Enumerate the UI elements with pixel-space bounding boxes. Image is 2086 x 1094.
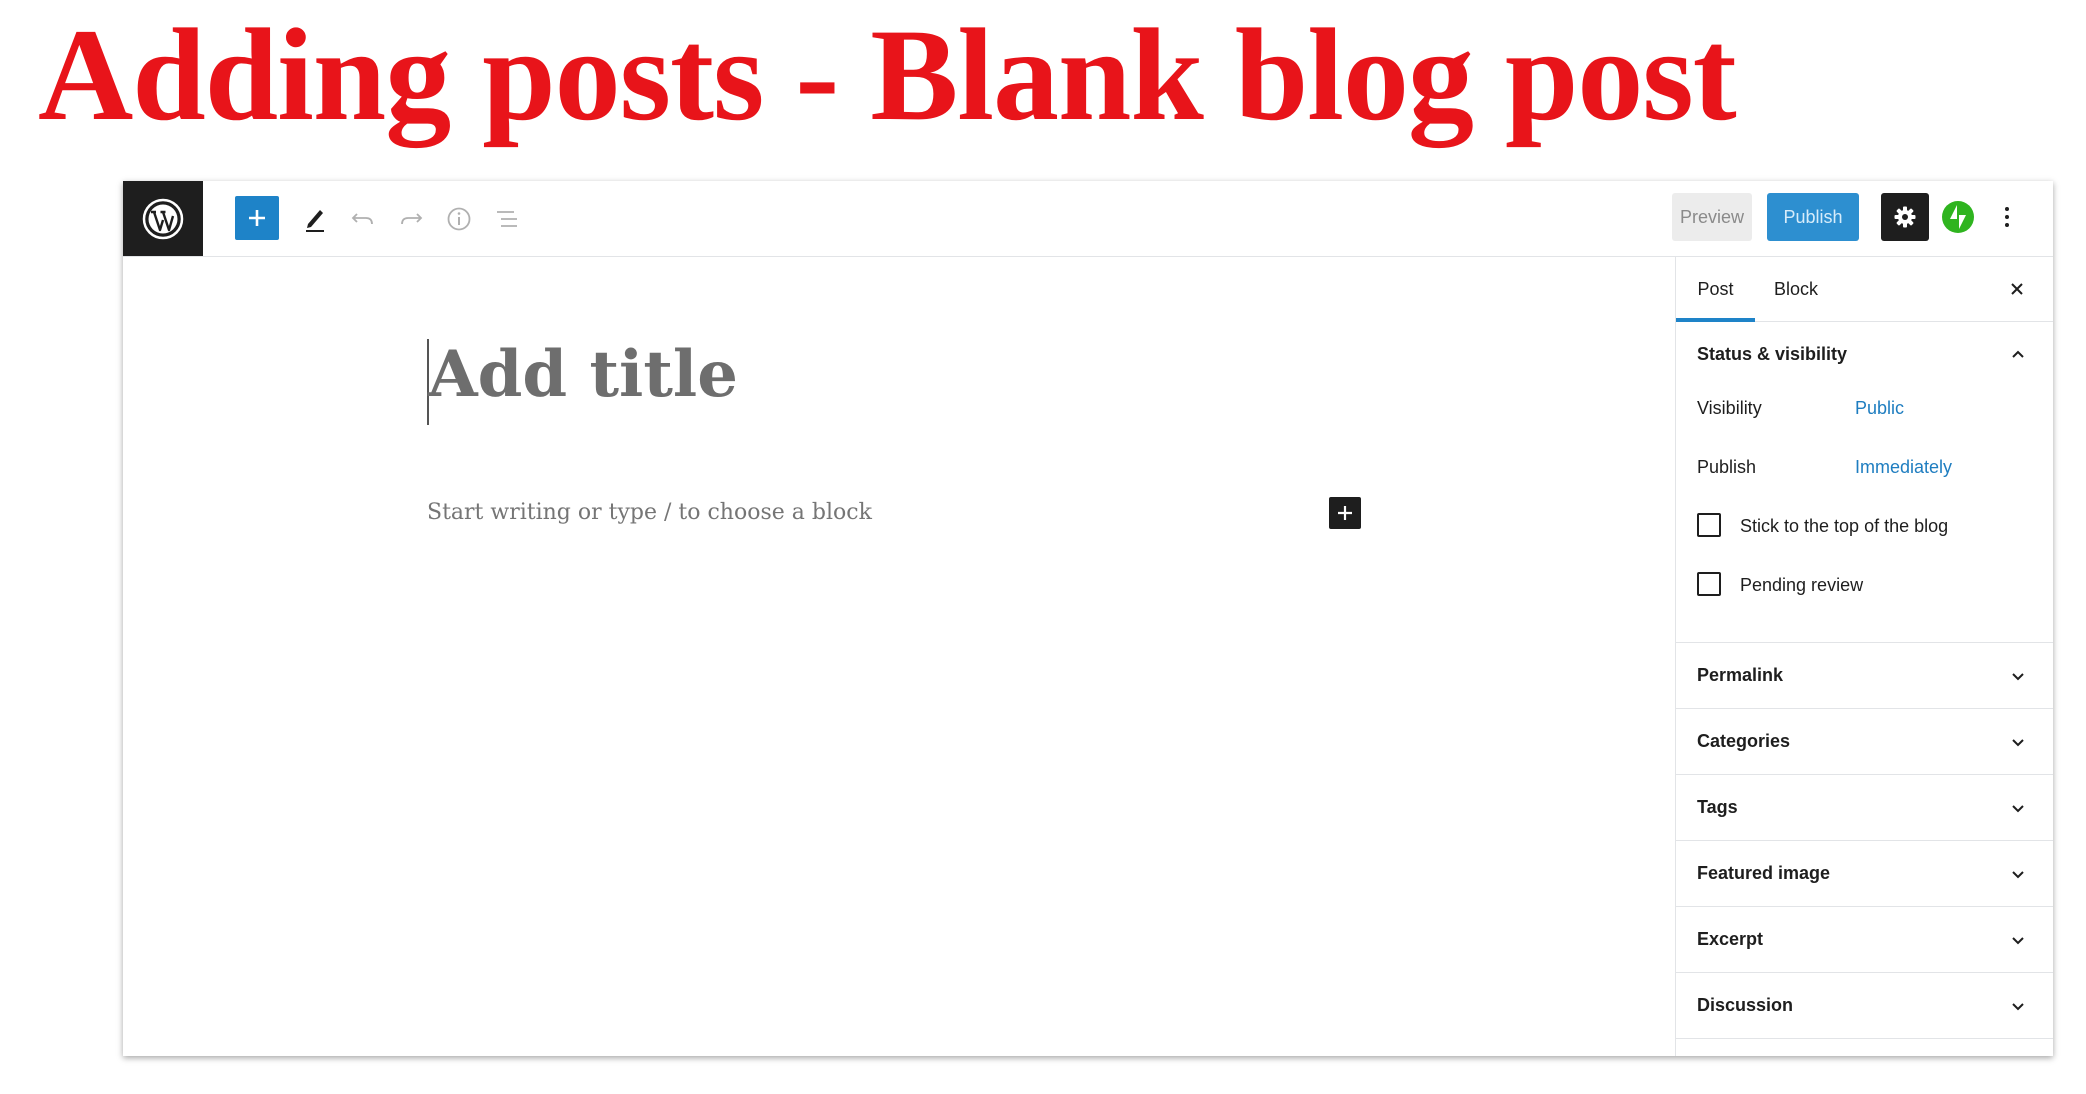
discussion-panel[interactable]: Discussion [1676,973,2053,1039]
publish-date-link[interactable]: Immediately [1855,457,1952,478]
settings-button[interactable] [1881,193,1929,241]
publish-button[interactable]: Publish [1767,193,1859,241]
editor-window: Preview Publish Add title Start writing … [123,181,2053,1056]
more-options-button[interactable] [1996,200,2018,234]
undo-icon [351,212,373,224]
chevron-down-icon [2012,937,2024,945]
panel-title: Featured image [1697,863,1831,883]
chevron-up-icon [2012,350,2024,358]
more-vertical-icon [2005,207,2009,227]
sticky-checkbox-label: Stick to the top of the blog [1740,516,1949,536]
pending-review-label: Pending review [1740,575,1864,595]
slide-title: Adding posts - Blank blog post [38,1,1737,148]
wordpress-logo-icon[interactable] [123,181,203,256]
gear-icon [1894,206,1916,228]
chevron-down-icon [2012,805,2024,813]
categories-panel[interactable]: Categories [1676,709,2053,775]
jetpack-icon[interactable] [1941,200,1975,234]
panel-title: Categories [1697,731,1791,751]
chevron-down-icon [2012,673,2024,681]
close-icon[interactable] [2005,277,2029,301]
list-view-button[interactable] [487,181,527,256]
plus-icon [249,210,265,226]
redo-button[interactable] [391,181,431,256]
tab-label: Post [1697,278,1734,299]
status-visibility-panel: Status & visibility Visibility Public Pu… [1676,322,2053,643]
sticky-checkbox[interactable] [1697,513,1721,537]
redo-icon [401,212,423,224]
panel-title: Tags [1697,797,1738,817]
visibility-value-link[interactable]: Public [1855,398,1904,419]
add-block-button[interactable] [235,196,279,240]
panel-title: Permalink [1697,665,1784,685]
permalink-panel[interactable]: Permalink [1676,643,2053,709]
block-placeholder[interactable]: Start writing or type / to choose a bloc… [427,500,872,525]
publish-label: Publish [1697,457,1757,477]
panel-title: Status & visibility [1697,344,1848,364]
editor-canvas: Add title Start writing or type / to cho… [123,257,1675,1056]
status-visibility-header[interactable]: Status & visibility [1676,322,2053,387]
pencil-icon [306,209,324,232]
chevron-down-icon [2012,871,2024,879]
panel-title: Excerpt [1697,929,1764,949]
chevron-down-icon [2012,739,2024,747]
top-toolbar: Preview Publish [123,181,2053,257]
block-inserter-button[interactable] [1329,497,1361,529]
visibility-label: Visibility [1697,398,1762,418]
details-button[interactable] [439,181,479,256]
undo-button[interactable] [343,181,383,256]
settings-sidebar: Post Block Status & visibility Visibilit… [1675,257,2053,1056]
tab-post[interactable]: Post [1676,257,1755,322]
tools-button[interactable] [295,181,335,256]
post-title-input[interactable]: Add title [428,337,738,412]
pending-review-checkbox[interactable] [1697,572,1721,596]
panel-title: Discussion [1697,995,1794,1015]
featured-image-panel[interactable]: Featured image [1676,841,2053,907]
plus-icon [1338,506,1352,520]
tags-panel[interactable]: Tags [1676,775,2053,841]
excerpt-panel[interactable]: Excerpt [1676,907,2053,973]
chevron-down-icon [2012,1003,2024,1011]
tab-block[interactable]: Block [1774,257,1818,321]
info-icon [447,207,471,230]
tab-label: Block [1774,278,1819,299]
preview-button[interactable]: Preview [1672,193,1752,241]
sidebar-tabs: Post Block [1676,257,2053,322]
list-view-icon [497,210,517,227]
